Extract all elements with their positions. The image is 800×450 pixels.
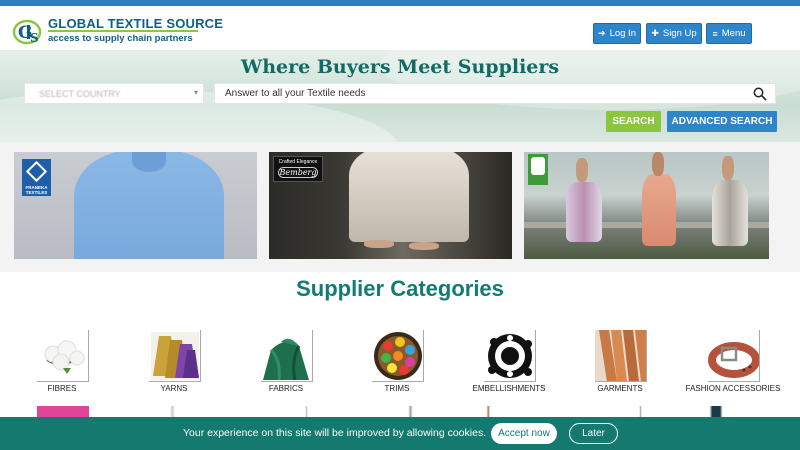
dropdown-arrow-icon: ▾ xyxy=(193,88,198,97)
yarns-image xyxy=(149,330,201,382)
hamburger-icon: ≡ xyxy=(712,28,718,39)
login-label: Log In xyxy=(609,28,636,39)
logo-underline xyxy=(48,30,198,32)
signup-button[interactable]: ✚ Sign Up xyxy=(646,23,702,44)
bemberg-logo: Crafted Elegance Bemberg xyxy=(273,156,323,182)
franeka-logo: FRANEKA TEXTILES xyxy=(22,159,51,196)
categories-title: Supplier Categories xyxy=(296,276,504,301)
embellishments-image xyxy=(484,330,536,382)
cookie-banner: Your experience on this site will be imp… xyxy=(0,417,800,450)
search-bar xyxy=(214,83,776,104)
trims-image xyxy=(372,330,424,382)
search-icon[interactable] xyxy=(753,87,767,101)
hero-title: Where Buyers Meet Suppliers xyxy=(240,56,560,78)
franeka-diamond-icon xyxy=(25,160,48,183)
category-label: GARMENTS xyxy=(597,384,643,393)
search-input[interactable] xyxy=(215,84,745,103)
category-yarns[interactable]: YARNS xyxy=(119,330,229,396)
sign-in-icon: ➔ xyxy=(598,28,606,38)
category-label: YARNS xyxy=(160,384,188,393)
later-button[interactable]: Later xyxy=(569,423,618,444)
fibres-image xyxy=(37,330,89,382)
category-label: FABRICS xyxy=(268,384,304,393)
category-fabrics[interactable]: FABRICS xyxy=(231,330,341,396)
menu-label: Menu xyxy=(721,28,746,39)
bemberg-tagline: Crafted Elegance xyxy=(278,159,318,165)
category-embellishments[interactable]: EMBELLISHMENTS xyxy=(454,330,564,396)
model-dress-image xyxy=(712,180,748,246)
foot-image xyxy=(364,240,394,248)
site-logo[interactable]: G S GLOBAL TEXTILE SOURCE access to supp… xyxy=(12,15,223,49)
banner-bemberg[interactable]: Crafted Elegance Bemberg xyxy=(269,152,512,259)
menu-button[interactable]: ≡ Menu xyxy=(706,23,752,44)
category-garments[interactable]: GARMENTS xyxy=(565,330,675,396)
country-select[interactable]: SELECT COUNTRY ▾ xyxy=(24,83,204,104)
fashion-accessories-image xyxy=(708,330,760,382)
cookie-message: Your experience on this site will be imp… xyxy=(183,427,487,439)
gts-logo-icon: G S xyxy=(12,19,42,45)
foot-image xyxy=(409,242,439,250)
franeka-logo-text: FRANEKA TEXTILES xyxy=(25,185,48,195)
category-label: FIBRES xyxy=(47,384,77,393)
logo-title: GLOBAL TEXTILE SOURCE xyxy=(48,16,224,31)
svg-text:S: S xyxy=(30,31,39,45)
advanced-search-button[interactable]: ADVANCED SEARCH xyxy=(667,111,777,132)
site-header: G S GLOBAL TEXTILE SOURCE access to supp… xyxy=(0,6,800,50)
model-figure-image xyxy=(652,152,664,176)
model-figure-image xyxy=(722,156,734,180)
category-label: TRIMS xyxy=(384,384,410,393)
category-fashion-accessories[interactable]: FASHION ACCESSORIES xyxy=(678,330,788,396)
category-trims[interactable]: TRIMS xyxy=(342,330,452,396)
banner-strip: FRANEKA TEXTILES Crafted Elegance Bember… xyxy=(0,142,800,272)
model-dress-image xyxy=(642,174,676,246)
hero-search-section: Where Buyers Meet Suppliers SELECT COUNT… xyxy=(0,50,800,142)
model-dress-image xyxy=(566,182,602,242)
category-label: EMBELLISHMENTS xyxy=(472,384,546,393)
garments-image xyxy=(595,330,647,382)
banner-dresses[interactable] xyxy=(524,152,769,259)
accept-cookies-button[interactable]: Accept now xyxy=(491,423,557,444)
fabrics-image xyxy=(261,330,313,382)
logo-tagline: access to supply chain partners xyxy=(48,33,193,44)
category-fibres[interactable]: FIBRES xyxy=(7,330,117,396)
category-label: FASHION ACCESSORIES xyxy=(685,384,781,393)
country-select-value: SELECT COUNTRY xyxy=(39,88,121,99)
plus-icon: ✚ xyxy=(651,28,659,38)
white-dress-image xyxy=(349,152,469,242)
signup-label: Sign Up xyxy=(662,28,697,39)
banner-franeka[interactable]: FRANEKA TEXTILES xyxy=(14,152,257,259)
green-brand-logo xyxy=(528,154,548,185)
model-figure-image xyxy=(576,158,588,182)
search-button[interactable]: SEARCH xyxy=(606,111,661,132)
login-button[interactable]: ➔ Log In xyxy=(593,23,641,44)
bemberg-brand: Bemberg xyxy=(278,167,318,178)
